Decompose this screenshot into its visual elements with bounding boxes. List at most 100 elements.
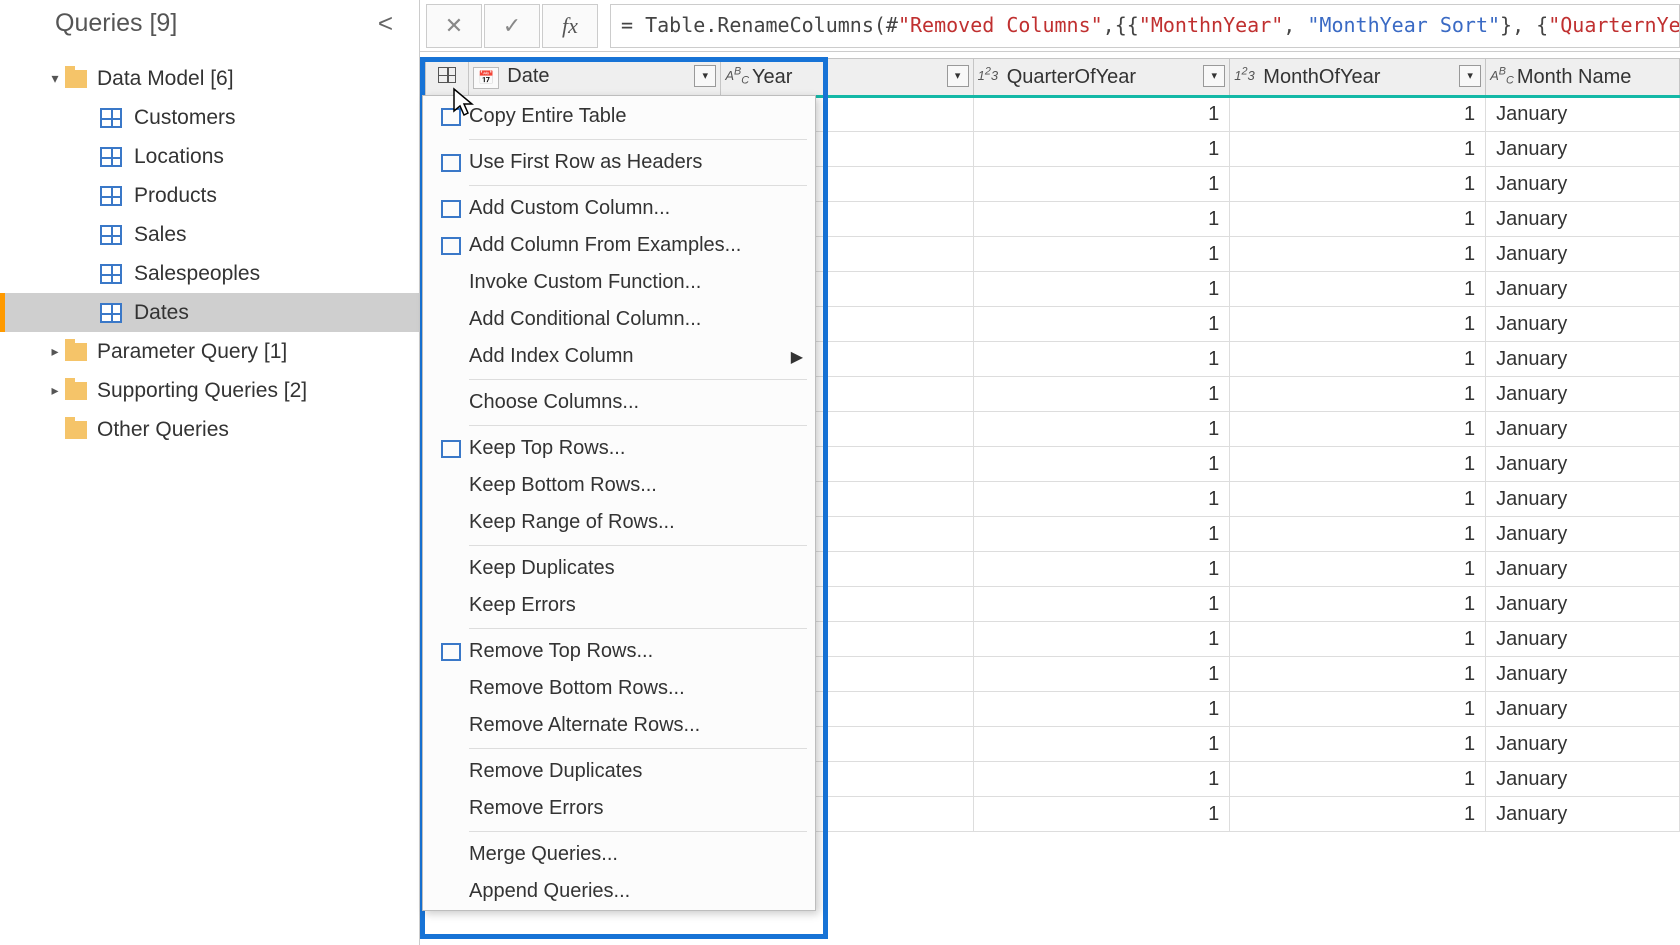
cell-monthname: January [1486,797,1680,832]
cell-monthname: January [1486,202,1680,237]
menu-item-label: Merge Queries... [469,843,618,866]
table-icon [100,225,122,245]
expand-arrow-icon[interactable]: ▸ [45,343,65,360]
menu-separator [469,628,807,629]
menu-item-remove-bottom-rows[interactable]: Remove Bottom Rows... [423,670,815,707]
menu-item-keep-duplicates[interactable]: Keep Duplicates [423,550,815,587]
cell-quarter: 1 [973,307,1230,342]
folder-parameter-query-[interactable]: ▸Parameter Query [1] [0,332,419,371]
text-type-icon: ABC [1490,68,1514,83]
menu-item-keep-range-of-rows[interactable]: Keep Range of Rows... [423,504,815,541]
menu-action-icon [433,154,469,172]
query-item-customers[interactable]: Customers [0,98,419,137]
query-item-dates[interactable]: Dates [0,293,419,332]
column-filter-dropdown[interactable]: ▾ [694,65,716,87]
query-item-sales[interactable]: Sales [0,215,419,254]
cell-quarter: 1 [973,167,1230,202]
folder-other-queries[interactable]: Other Queries [0,410,419,449]
menu-item-choose-columns[interactable]: Choose Columns... [423,384,815,421]
menu-item-copy-entire-table[interactable]: Copy Entire Table [423,98,815,135]
cell-month: 1 [1230,202,1486,237]
menu-item-add-column-from-examples[interactable]: Add Column From Examples... [423,227,815,264]
menu-item-add-custom-column[interactable]: Add Custom Column... [423,190,815,227]
cell-quarter: 1 [973,727,1230,762]
column-header-row: 📅Date ▾ ABCYear ▾ 123 QuarterOfYear ▾ 12… [426,59,1680,97]
expand-arrow-icon[interactable]: ▸ [45,382,65,399]
column-header-monthname[interactable]: ABCMonth Name [1486,59,1680,97]
cancel-formula-button[interactable]: ✕ [426,4,482,48]
menu-item-remove-alternate-rows[interactable]: Remove Alternate Rows... [423,707,815,744]
query-item-salespeoples[interactable]: Salespeoples [0,254,419,293]
folder-supporting-queries-[interactable]: ▸Supporting Queries [2] [0,371,419,410]
menu-item-label: Keep Duplicates [469,557,615,580]
table-icon [100,147,122,167]
date-type-icon: 📅 [473,67,499,89]
formula-bar: ✕ ✓ fx = Table.RenameColumns(#"Removed C… [420,0,1680,52]
expand-arrow-icon[interactable]: ▾ [45,70,65,87]
query-label: Customers [134,106,236,130]
menu-item-label: Remove Top Rows... [469,640,653,663]
cell-quarter: 1 [973,762,1230,797]
menu-item-keep-top-rows[interactable]: Keep Top Rows... [423,430,815,467]
sidebar-title: Queries [9] [55,9,177,38]
cell-month: 1 [1230,272,1486,307]
menu-separator [469,831,807,832]
cell-month: 1 [1230,447,1486,482]
collapse-sidebar-chevron[interactable]: < [378,8,401,39]
menu-item-label: Remove Duplicates [469,760,642,783]
cell-quarter: 1 [973,272,1230,307]
cell-monthname: January [1486,587,1680,622]
accept-formula-button[interactable]: ✓ [484,4,540,48]
cell-monthname: January [1486,657,1680,692]
cell-quarter: 1 [973,412,1230,447]
cell-monthname: January [1486,412,1680,447]
menu-item-use-first-row-as-headers[interactable]: Use First Row as Headers [423,144,815,181]
cell-monthname: January [1486,237,1680,272]
column-filter-dropdown[interactable]: ▾ [1459,65,1481,87]
folder-label: Other Queries [97,418,229,442]
query-item-locations[interactable]: Locations [0,137,419,176]
column-header-date[interactable]: 📅Date ▾ [469,59,721,97]
cell-month: 1 [1230,692,1486,727]
menu-separator [469,425,807,426]
menu-item-label: Copy Entire Table [469,105,627,128]
menu-item-add-conditional-column[interactable]: Add Conditional Column... [423,301,815,338]
menu-item-append-queries[interactable]: Append Queries... [423,873,815,910]
cell-month: 1 [1230,342,1486,377]
cell-quarter: 1 [973,447,1230,482]
folder-icon [65,343,87,361]
column-label-quarter: QuarterOfYear [1007,66,1136,88]
cell-month: 1 [1230,237,1486,272]
cell-month: 1 [1230,307,1486,342]
column-filter-dropdown[interactable]: ▾ [947,65,969,87]
column-header-month[interactable]: 123 MonthOfYear ▾ [1230,59,1486,97]
menu-item-keep-errors[interactable]: Keep Errors [423,587,815,624]
cell-month: 1 [1230,797,1486,832]
fx-button[interactable]: fx [542,4,598,48]
menu-item-keep-bottom-rows[interactable]: Keep Bottom Rows... [423,467,815,504]
menu-item-remove-top-rows[interactable]: Remove Top Rows... [423,633,815,670]
cell-month: 1 [1230,377,1486,412]
formula-input[interactable]: = Table.RenameColumns(#"Removed Columns"… [610,4,1680,48]
column-header-year[interactable]: ABCYear ▾ [721,59,973,97]
cell-monthname: January [1486,692,1680,727]
menu-item-invoke-custom-function[interactable]: Invoke Custom Function... [423,264,815,301]
menu-item-label: Remove Alternate Rows... [469,714,700,737]
table-corner-menu[interactable] [426,59,469,97]
cell-month: 1 [1230,622,1486,657]
query-item-products[interactable]: Products [0,176,419,215]
menu-item-merge-queries[interactable]: Merge Queries... [423,836,815,873]
folder-data-model-[interactable]: ▾Data Model [6] [0,59,419,98]
menu-item-add-index-column[interactable]: Add Index Column▶ [423,338,815,375]
folder-icon [65,421,87,439]
cell-monthname: January [1486,342,1680,377]
column-filter-dropdown[interactable]: ▾ [1203,65,1225,87]
menu-item-remove-duplicates[interactable]: Remove Duplicates [423,753,815,790]
menu-item-remove-errors[interactable]: Remove Errors [423,790,815,827]
cell-quarter: 1 [973,587,1230,622]
table-icon [438,67,456,83]
column-label-month: MonthOfYear [1263,66,1380,88]
cell-month: 1 [1230,727,1486,762]
column-header-quarter[interactable]: 123 QuarterOfYear ▾ [973,59,1230,97]
cell-month: 1 [1230,132,1486,167]
